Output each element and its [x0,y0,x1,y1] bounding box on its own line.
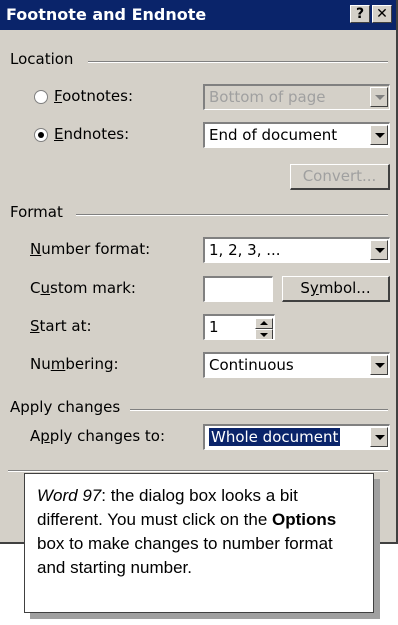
radio-selected-dot [38,132,44,138]
title-bar: Footnote and Endnote ? ✕ [0,0,396,30]
endnotes-label-rest: ndnotes: [63,125,130,143]
custom-mark-label-u: u [40,279,50,297]
endnotes-position-select[interactable]: End of document [203,122,390,148]
symbol-label-u: y [309,279,319,297]
numbering-label-b: bering: [65,355,119,373]
help-button[interactable]: ? [350,5,370,23]
number-format-select[interactable]: 1, 2, 3, ... [203,237,390,263]
symbol-label-b: mbol... [318,279,371,297]
start-at-label-rest: tart at: [39,317,92,335]
chevron-down-icon [375,95,385,100]
endnotes-position-value: End of document [209,126,338,144]
dialog-title: Footnote and Endnote [6,5,207,24]
arrow-up-icon [260,321,268,325]
numbering-label-a: Nu [30,355,51,373]
apply-label-a: A [30,427,41,445]
numbering-value: Continuous [209,356,294,374]
footnote-endnote-dialog: Footnote and Endnote ? ✕ Location Footno… [0,0,398,544]
footnotes-label: Footnotes: [54,87,133,105]
custom-mark-label: Custom mark: [30,279,136,297]
start-at-value: 1 [209,318,219,336]
numbering-label-u: m [50,355,66,373]
location-group-divider [88,61,388,63]
footnotes-dropdown-button[interactable] [370,87,388,107]
custom-mark-label-a: C [30,279,41,297]
bottom-divider [8,470,388,472]
apply-dropdown-button[interactable] [370,427,388,447]
note-bold: Options [272,510,337,529]
apply-label-b: ply changes to: [49,427,166,445]
footnotes-radio[interactable] [34,90,48,104]
location-group-label: Location [10,50,74,68]
footnotes-position-value: Bottom of page [209,88,326,106]
numbering-label: Numbering: [30,355,119,373]
numbering-select[interactable]: Continuous [203,352,390,378]
note-text-2: box to make changes to number format and… [37,534,333,577]
note-italic: Word 97 [37,486,102,505]
spin-down-button[interactable] [255,329,273,339]
convert-button[interactable]: Convert... [290,164,390,190]
format-group-divider [76,214,388,216]
format-group-label: Format [10,203,63,221]
chevron-down-icon [375,435,385,440]
chevron-down-icon [375,248,385,253]
apply-label-u: p [40,427,50,445]
apply-changes-to-select[interactable]: Whole document [203,424,390,450]
number-format-label: Number format: [30,240,150,258]
number-format-value: 1, 2, 3, ... [209,241,281,259]
start-at-spinner[interactable]: 1 [203,314,275,340]
chevron-down-icon [375,363,385,368]
apply-changes-to-label: Apply changes to: [30,427,165,445]
footnotes-label-rest: ootnotes: [62,87,133,105]
start-at-label-first: S [30,317,40,335]
symbol-button[interactable]: Symbol... [282,276,390,302]
symbol-label-a: S [300,279,310,297]
numbering-dropdown-button[interactable] [370,355,388,375]
footnotes-label-first: F [54,87,63,105]
arrow-down-icon [260,333,268,337]
apply-group-divider [130,409,388,411]
spin-up-button[interactable] [255,318,273,329]
chevron-down-icon [375,133,385,138]
endnotes-label: Endnotes: [54,125,129,143]
endnotes-dropdown-button[interactable] [370,125,388,145]
custom-mark-input[interactable] [203,276,273,302]
spin-buttons [255,318,273,339]
footnotes-position-select[interactable]: Bottom of page [203,84,390,110]
endnotes-radio[interactable] [34,128,48,142]
custom-mark-label-b: stom mark: [50,279,136,297]
number-format-dropdown-button[interactable] [370,240,388,260]
annotation-callout: Word 97: the dialog box looks a bit diff… [24,473,374,613]
close-button[interactable]: ✕ [372,5,392,23]
number-format-label-rest: umber format: [41,240,151,258]
number-format-label-first: N [30,240,42,258]
apply-changes-group-label: Apply changes [10,398,121,416]
start-at-label: Start at: [30,317,92,335]
apply-changes-to-value: Whole document [209,428,341,446]
